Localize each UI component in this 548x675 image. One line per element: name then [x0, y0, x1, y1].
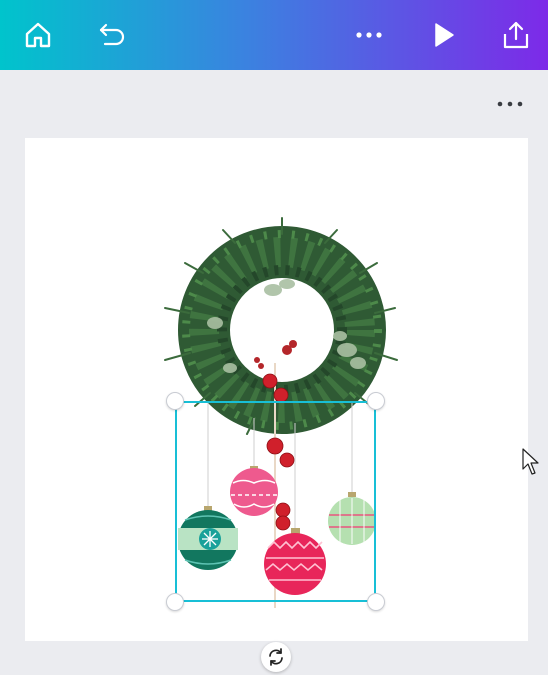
home-button[interactable]	[10, 0, 66, 70]
undo-button[interactable]	[84, 0, 140, 70]
home-icon	[25, 22, 51, 48]
more-options-button[interactable]	[341, 0, 397, 70]
selection-box[interactable]	[175, 401, 376, 602]
resize-handle-bottom-left[interactable]	[166, 593, 184, 611]
rotate-icon	[269, 648, 283, 666]
more-horizontal-icon	[497, 101, 523, 107]
resize-handle-top-right[interactable]	[367, 392, 385, 410]
share-button[interactable]	[488, 0, 544, 70]
present-button[interactable]	[415, 0, 471, 70]
page-more-button[interactable]	[490, 90, 530, 118]
mouse-pointer-icon	[522, 448, 539, 475]
resize-handle-top-left[interactable]	[166, 392, 184, 410]
more-horizontal-icon	[356, 32, 382, 38]
share-upload-icon	[503, 21, 529, 49]
top-toolbar	[0, 0, 548, 70]
undo-icon	[99, 23, 125, 46]
play-icon	[435, 23, 454, 47]
resize-handle-bottom-right[interactable]	[367, 593, 385, 611]
design-canvas[interactable]	[25, 138, 528, 641]
rotate-handle[interactable]	[261, 642, 291, 672]
